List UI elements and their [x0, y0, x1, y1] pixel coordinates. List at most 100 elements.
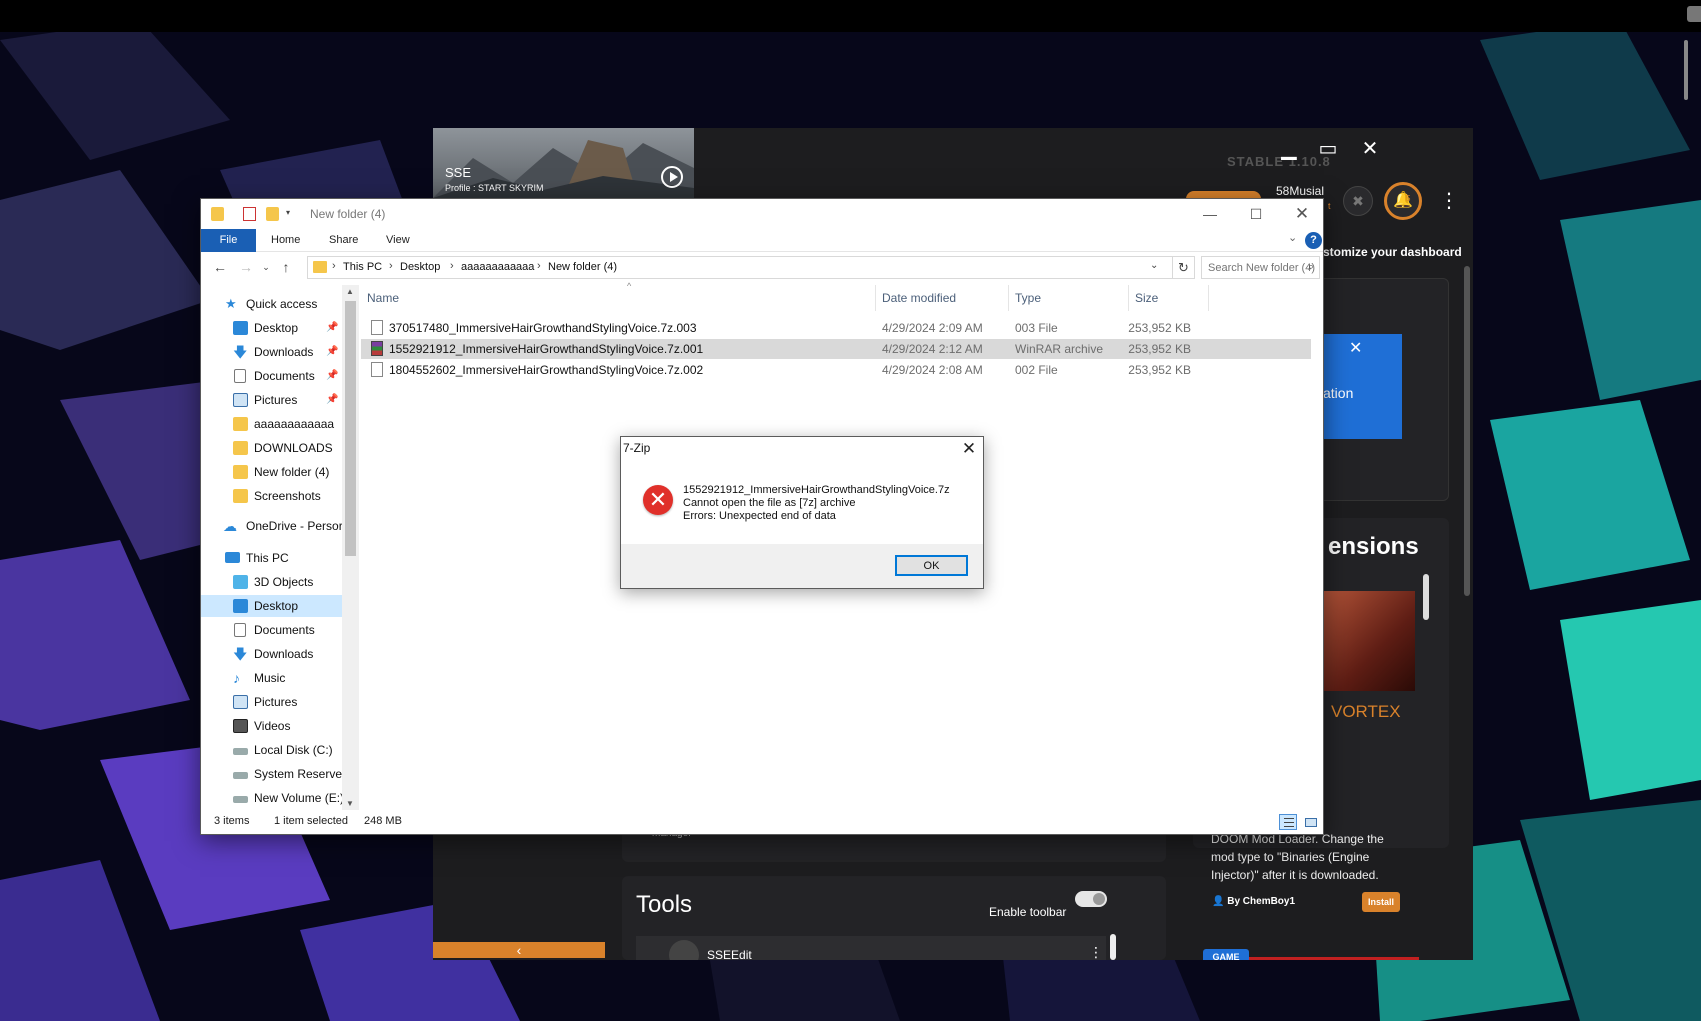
address-bar[interactable]: › This PC › Desktop › aaaaaaaaaaaa › New… — [307, 256, 1173, 279]
breadcrumb-desktop[interactable]: Desktop — [400, 261, 440, 273]
nav-item-pc-pictures[interactable]: Pictures — [201, 691, 342, 713]
nav-item-new-folder[interactable]: New folder (4) — [201, 461, 342, 483]
column-type[interactable]: Type — [1009, 285, 1129, 311]
close-icon[interactable]: ✕ — [1356, 136, 1384, 161]
vortex-scrollbar[interactable] — [1464, 266, 1470, 596]
up-arrow-icon[interactable]: ↑ — [277, 259, 295, 275]
breadcrumb-separator[interactable]: › — [537, 260, 541, 272]
file-row-selected[interactable]: 1552921912_ImmersiveHairGrowthandStyling… — [361, 339, 1311, 359]
nav-item-local-disk[interactable]: Local Disk (C:) — [201, 739, 342, 761]
tab-file[interactable]: File — [201, 229, 256, 252]
scroll-thumb[interactable] — [345, 301, 356, 556]
ok-button[interactable]: OK — [895, 555, 968, 576]
nav-item-pc-downloads[interactable]: 🡇 Downloads — [201, 643, 342, 665]
close-icon[interactable]: ✕ — [959, 439, 979, 459]
nav-onedrive[interactable]: ☁ OneDrive - Persor — [201, 515, 342, 537]
breadcrumb-this-pc[interactable]: This PC — [343, 261, 382, 273]
tool-menu-icon[interactable]: ⋮ — [1089, 944, 1103, 960]
nav-label: Music — [254, 671, 286, 685]
nav-item-videos[interactable]: Videos — [201, 715, 342, 737]
details-view-icon[interactable] — [1279, 814, 1297, 830]
nav-item-music[interactable]: ♪ Music — [201, 667, 342, 689]
game-card-strip — [1249, 957, 1419, 960]
nav-item-3d-objects[interactable]: 3D Objects — [201, 571, 342, 593]
extension-brand: VORTEX — [1331, 702, 1401, 721]
nav-item-pictures[interactable]: Pictures 📌 — [201, 389, 342, 411]
desktop-icon — [233, 599, 248, 613]
forward-arrow-icon[interactable]: → — [237, 259, 255, 275]
column-name[interactable]: Name — [361, 285, 876, 311]
breadcrumb-folder[interactable]: aaaaaaaaaaaa — [461, 261, 534, 273]
user-name[interactable]: 58Musial — [1276, 184, 1324, 198]
address-dropdown-icon[interactable]: ⌄ — [1150, 260, 1158, 271]
tab-home[interactable]: Home — [261, 229, 310, 252]
nav-item-new-volume[interactable]: New Volume (E:) — [201, 787, 342, 809]
nav-label: Downloads — [254, 345, 314, 359]
nav-item-desktop[interactable]: Desktop 📌 — [201, 317, 342, 339]
scroll-down-icon[interactable]: ▼ — [346, 799, 354, 808]
properties-icon[interactable] — [243, 207, 256, 221]
install-button[interactable]: Install — [1362, 892, 1400, 912]
refresh-icon[interactable]: ↻ — [1173, 256, 1195, 279]
nav-item-downloads-folder[interactable]: DOWNLOADS — [201, 437, 342, 459]
customize-dashboard-link[interactable]: stomize your dashboard — [1323, 245, 1462, 259]
dialog-filename: 1552921912_ImmersiveHairGrowthandStyling… — [683, 484, 950, 496]
tools-scrollbar[interactable] — [1110, 934, 1116, 960]
breadcrumb-current[interactable]: New folder (4) — [548, 261, 617, 273]
tab-share[interactable]: Share — [319, 229, 368, 252]
maximize-icon[interactable]: ☐ — [1233, 201, 1279, 227]
new-folder-icon[interactable] — [266, 207, 279, 221]
nav-item-pc-documents[interactable]: Documents — [201, 619, 342, 641]
nav-quick-access[interactable]: ★ Quick access — [201, 293, 342, 315]
more-menu-icon[interactable]: ⋮ — [1439, 188, 1459, 213]
address-row: ← → ⌄ ↑ › This PC › Desktop › aaaaaaaaaa… — [201, 253, 1323, 283]
extension-thumbnail[interactable] — [1319, 591, 1415, 691]
nav-item-folder[interactable]: aaaaaaaaaaaa — [201, 413, 342, 435]
help-icon[interactable]: ? — [1305, 232, 1322, 249]
expand-ribbon-icon[interactable]: ⌄ — [1288, 231, 1297, 244]
notification-bell-icon[interactable]: 🔔 5 — [1384, 182, 1422, 220]
collapse-sidebar-button[interactable]: ‹ — [433, 942, 605, 958]
breadcrumb-separator[interactable]: › — [450, 260, 454, 272]
column-date-modified[interactable]: Date modified — [876, 285, 1009, 311]
announcement-close-icon[interactable]: ✕ — [1349, 338, 1362, 358]
breadcrumb-separator[interactable]: › — [389, 260, 393, 272]
customize-toolbar-icon[interactable]: ▾ — [286, 208, 296, 222]
maximize-icon[interactable]: ▭ — [1314, 136, 1342, 161]
search-input[interactable] — [1202, 257, 1319, 278]
back-arrow-icon[interactable]: ← — [211, 259, 229, 275]
tab-view[interactable]: View — [376, 229, 420, 252]
announcement-text: ation — [1323, 385, 1354, 401]
file-date: 4/29/2024 2:08 AM — [882, 363, 983, 377]
nav-this-pc[interactable]: This PC — [201, 547, 342, 569]
breadcrumb-separator[interactable]: › — [332, 260, 336, 272]
recent-locations-icon[interactable]: ⌄ — [257, 262, 275, 273]
game-banner[interactable]: SSE Profile : START SKYRIM — [433, 128, 694, 198]
explorer-titlebar[interactable]: ▾ New folder (4) — ☐ ✕ — [201, 199, 1323, 229]
games-icon[interactable]: ✖ — [1343, 186, 1373, 216]
nav-item-system-reserved[interactable]: System Reserved — [201, 763, 342, 785]
file-type: WinRAR archive — [1015, 342, 1104, 356]
file-row[interactable]: 1804552602_ImmersiveHairGrowthandStyling… — [361, 360, 1311, 380]
computer-icon — [225, 552, 240, 563]
large-icons-view-icon[interactable] — [1301, 814, 1319, 830]
scroll-up-icon[interactable]: ▲ — [346, 287, 354, 296]
nav-item-downloads[interactable]: 🡇 Downloads 📌 — [201, 341, 342, 363]
nav-label: DOWNLOADS — [254, 441, 333, 455]
play-icon[interactable] — [661, 166, 683, 188]
enable-toolbar-toggle[interactable] — [1075, 891, 1107, 907]
nav-scrollbar[interactable]: ▲ ▼ — [342, 285, 359, 810]
minimize-icon[interactable]: ▁ — [1275, 136, 1303, 161]
extensions-scrollbar[interactable] — [1423, 574, 1429, 620]
nav-item-screenshots[interactable]: Screenshots — [201, 485, 342, 507]
minimize-icon[interactable]: — — [1187, 201, 1233, 227]
search-icon[interactable]: ⌕ — [1308, 261, 1314, 274]
search-box[interactable]: ⌕ — [1201, 256, 1320, 279]
file-row[interactable]: 370517480_ImmersiveHairGrowthandStylingV… — [361, 318, 1311, 338]
close-icon[interactable]: ✕ — [1279, 201, 1325, 227]
tray-corner-icon[interactable] — [1687, 6, 1701, 22]
nav-item-pc-desktop[interactable]: Desktop — [201, 595, 342, 617]
tool-label[interactable]: SSEEdit — [707, 948, 752, 960]
column-size[interactable]: Size — [1129, 285, 1209, 311]
nav-item-documents[interactable]: Documents 📌 — [201, 365, 342, 387]
